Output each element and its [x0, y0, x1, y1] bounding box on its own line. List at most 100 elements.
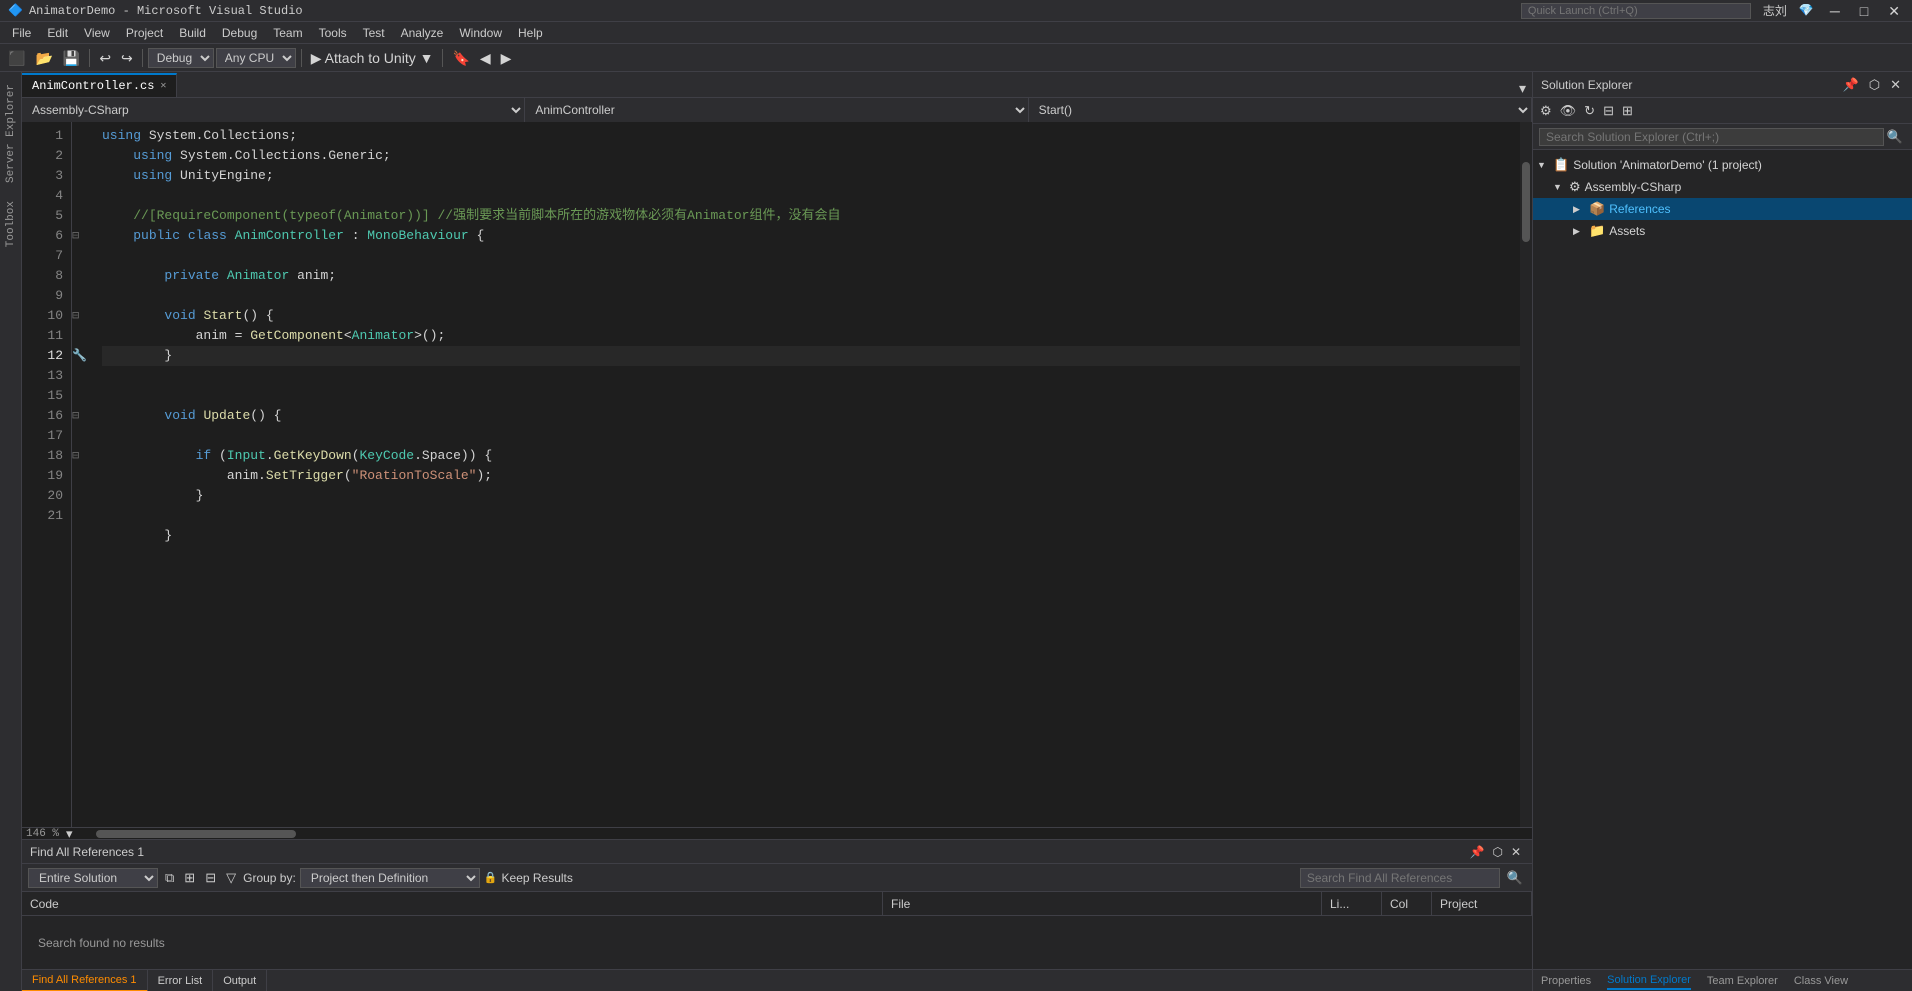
menu-window[interactable]: Window	[451, 24, 510, 42]
nav-back-btn[interactable]: ◀	[476, 49, 495, 67]
menu-tools[interactable]: Tools	[311, 24, 355, 42]
se-search-input[interactable]	[1539, 128, 1884, 146]
refs-filter-btn[interactable]: ▽	[223, 868, 239, 888]
code-line-12: }	[102, 346, 1520, 366]
ln-17: 17	[22, 426, 63, 446]
assembly-dropdown[interactable]: Assembly-CSharp	[22, 98, 525, 122]
refs-copy-btn[interactable]: ⧉	[162, 868, 177, 888]
title-right: 志刘 💎 ─ □ ✕	[1521, 2, 1904, 20]
tab-close-icon[interactable]: ✕	[160, 80, 166, 92]
quick-launch-input[interactable]	[1521, 3, 1751, 19]
ln-11: 11	[22, 326, 63, 346]
menu-help[interactable]: Help	[510, 24, 551, 42]
code-content[interactable]: using System.Collections; using System.C…	[92, 122, 1520, 827]
rp-tab-team-explorer[interactable]: Team Explorer	[1707, 973, 1778, 989]
find-all-refs-title: Find All References 1	[30, 845, 144, 859]
rp-tab-solution-explorer[interactable]: Solution Explorer	[1607, 972, 1691, 990]
class-dropdown[interactable]: AnimController	[525, 98, 1028, 122]
panel-close-btn[interactable]: ✕	[1508, 844, 1524, 860]
se-properties-btn[interactable]: ⚙	[1537, 101, 1555, 121]
se-close-btn[interactable]: ✕	[1887, 75, 1904, 95]
minimize-button[interactable]: ─	[1826, 2, 1844, 20]
se-search-btn[interactable]: 🔍	[1884, 127, 1906, 147]
save-btn[interactable]: 💾	[59, 49, 84, 67]
refs-groupby-dropdown[interactable]: Project then Definition	[300, 868, 480, 888]
bookmark-btn[interactable]: 🔖	[448, 49, 473, 67]
se-show-all-btn[interactable]: 👁	[1557, 101, 1580, 121]
menu-file[interactable]: File	[4, 24, 39, 42]
tree-assets[interactable]: ▶ 📁 Assets	[1533, 220, 1912, 242]
panel-float-btn[interactable]: ⬡	[1489, 844, 1505, 860]
close-button[interactable]: ✕	[1884, 2, 1904, 20]
assets-label: Assets	[1609, 224, 1645, 238]
col-col-header: Col	[1382, 892, 1432, 916]
rp-tab-class-view[interactable]: Class View	[1794, 973, 1848, 989]
bottom-tab-find-refs[interactable]: Find All References 1	[22, 970, 148, 991]
code-line-11: anim = GetComponent<Animator>();	[102, 326, 1520, 346]
menu-analyze[interactable]: Analyze	[393, 24, 452, 42]
se-new-sol-btn[interactable]: ⊞	[1619, 101, 1636, 121]
right-panel-bottom: Properties Solution Explorer Team Explor…	[1533, 969, 1912, 991]
new-project-btn[interactable]: ⬛	[4, 49, 29, 67]
toolbar: ⬛ 📂 💾 ↩ ↪ Debug Any CPU ▶ Attach to Unit…	[0, 44, 1912, 72]
sep2	[142, 49, 143, 67]
menu-view[interactable]: View	[76, 24, 118, 42]
maximize-button[interactable]: □	[1856, 2, 1872, 20]
open-btn[interactable]: 📂	[31, 49, 56, 67]
panel-pin-btn[interactable]: 📌	[1467, 844, 1488, 860]
h-scroll-thumb[interactable]	[96, 830, 296, 838]
config-dropdown[interactable]: Debug	[148, 48, 214, 68]
references-icon: 📦	[1589, 201, 1605, 217]
tab-label: AnimController.cs	[32, 79, 154, 93]
platform-dropdown[interactable]: Any CPU	[216, 48, 296, 68]
se-refresh-btn[interactable]: ↻	[1581, 101, 1598, 121]
nav-fwd-btn[interactable]: ▶	[497, 49, 516, 67]
code-line-14	[102, 386, 1520, 406]
redo-btn[interactable]: ↪	[117, 49, 137, 67]
solution-icon: 📋	[1553, 157, 1569, 173]
refs-scope-dropdown[interactable]: Entire Solution	[28, 868, 158, 888]
refs-search-input[interactable]	[1300, 868, 1500, 888]
attach-unity-btn[interactable]: ▶ Attach to Unity ▼	[307, 49, 438, 67]
ln-5: 5	[22, 206, 63, 226]
menu-team[interactable]: Team	[265, 24, 310, 42]
code-line-8: private Animator anim;	[102, 266, 1520, 286]
se-collapse-all-btn[interactable]: ⊟	[1600, 101, 1617, 121]
bottom-tab-error-list[interactable]: Error List	[148, 970, 214, 991]
toolbox-tab[interactable]: Toolbox	[3, 193, 19, 255]
menu-build[interactable]: Build	[171, 24, 214, 42]
horizontal-scrollbar[interactable]: 146 % ▾	[22, 827, 1532, 839]
tree-solution[interactable]: ▼ 📋 Solution 'AnimatorDemo' (1 project)	[1533, 154, 1912, 176]
code-line-17: if (Input.GetKeyDown(KeyCode.Space)) {	[102, 446, 1520, 466]
refs-collapse-btn[interactable]: ⊟	[202, 868, 219, 888]
server-explorer-tab[interactable]: Server Explorer	[3, 76, 19, 191]
menu-edit[interactable]: Edit	[39, 24, 76, 42]
bottom-tab-output[interactable]: Output	[213, 970, 267, 991]
vertical-scrollbar[interactable]	[1520, 122, 1532, 827]
menu-test[interactable]: Test	[355, 24, 393, 42]
center-area: AnimController.cs ✕ ▾ Assembly-CSharp An…	[22, 72, 1532, 991]
code-line-16	[102, 426, 1520, 446]
undo-btn[interactable]: ↩	[95, 49, 115, 67]
refs-search-btn[interactable]: 🔍	[1504, 868, 1526, 888]
menu-project[interactable]: Project	[118, 24, 171, 42]
keep-results-label: Keep Results	[502, 871, 573, 885]
menu-debug[interactable]: Debug	[214, 24, 265, 42]
method-dropdown[interactable]: Start()	[1029, 98, 1532, 122]
left-sidebar: Server Explorer Toolbox	[0, 72, 22, 991]
solution-explorer-tree: ▼ 📋 Solution 'AnimatorDemo' (1 project) …	[1533, 150, 1912, 969]
solution-explorer-title: Solution Explorer	[1541, 78, 1632, 92]
ln-1: 1	[22, 126, 63, 146]
tab-list-dropdown[interactable]: ▾	[1513, 80, 1532, 97]
scrollbar-thumb[interactable]	[1522, 162, 1530, 242]
tab-anim-controller[interactable]: AnimController.cs ✕	[22, 73, 177, 97]
se-float-btn[interactable]: ⬡	[1866, 75, 1883, 95]
se-pin-btn[interactable]: 📌	[1840, 75, 1862, 95]
refs-expand-btn[interactable]: ⊞	[181, 868, 198, 888]
tree-project[interactable]: ▼ ⚙ Assembly-CSharp	[1533, 176, 1912, 198]
solution-label: Solution 'AnimatorDemo' (1 project)	[1573, 158, 1762, 172]
tree-references[interactable]: ▶ 📦 References	[1533, 198, 1912, 220]
rp-tab-properties[interactable]: Properties	[1541, 973, 1591, 989]
code-line-10: void Start() {	[102, 306, 1520, 326]
find-all-refs-panel: Find All References 1 📌 ⬡ ✕ Entire Solut…	[22, 839, 1532, 969]
